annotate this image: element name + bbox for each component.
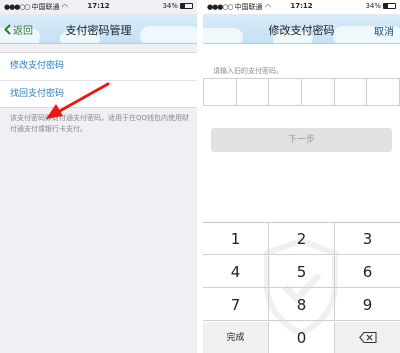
- done-key[interactable]: 完成: [203, 322, 268, 353]
- cancel-button[interactable]: 取消: [374, 23, 394, 38]
- annotation-arrow: [46, 82, 110, 119]
- password-digit-cell: [367, 79, 400, 105]
- battery-percent: 34%: [365, 2, 381, 10]
- password-digit-cell: [302, 79, 335, 105]
- status-bar: ●●●○○ 中国联通 ◠ 17:12 34%: [203, 0, 400, 14]
- numeric-keypad: 1 2 3 4 5 6 7 8 9 完成 0: [203, 222, 400, 353]
- keypad-row: 4 5 6: [203, 256, 400, 288]
- keypad-row: 7 8 9: [203, 289, 400, 321]
- key-1[interactable]: 1: [203, 223, 268, 254]
- battery-icon: [383, 3, 396, 9]
- nav-bar: 修改支付密码 取消: [203, 14, 400, 44]
- key-8[interactable]: 8: [268, 289, 334, 320]
- keypad-row: 1 2 3: [203, 223, 400, 255]
- change-payment-password-screen: ●●●○○ 中国联通 ◠ 17:12 34% 修改支付密码 取消 请输入旧的支付密…: [203, 0, 400, 353]
- password-input[interactable]: [203, 78, 400, 106]
- password-digit-cell: [335, 79, 368, 105]
- old-password-prompt: 请输入旧的支付密码。: [213, 67, 283, 75]
- password-digit-cell: [269, 79, 303, 105]
- password-digit-cell: [203, 79, 237, 105]
- key-0[interactable]: 0: [268, 322, 334, 353]
- keypad-row: 完成 0: [203, 322, 400, 353]
- backspace-icon: [358, 332, 376, 343]
- key-7[interactable]: 7: [203, 289, 268, 320]
- battery-indicator: 34%: [365, 2, 396, 10]
- payment-password-management-screen: ●●●○○ 中国联通 ◠ 17:12 34% 返回 支付密码管理 修改支付密码 找…: [0, 0, 197, 353]
- key-5[interactable]: 5: [268, 256, 334, 287]
- key-9[interactable]: 9: [334, 289, 400, 320]
- key-3[interactable]: 3: [334, 223, 400, 254]
- key-6[interactable]: 6: [334, 256, 400, 287]
- key-2[interactable]: 2: [268, 223, 334, 254]
- password-digit-cell: [237, 79, 270, 105]
- page-title: 修改支付密码: [268, 24, 335, 37]
- next-step-button[interactable]: 下一步: [211, 128, 392, 152]
- delete-key[interactable]: [334, 322, 400, 353]
- key-4[interactable]: 4: [203, 256, 268, 287]
